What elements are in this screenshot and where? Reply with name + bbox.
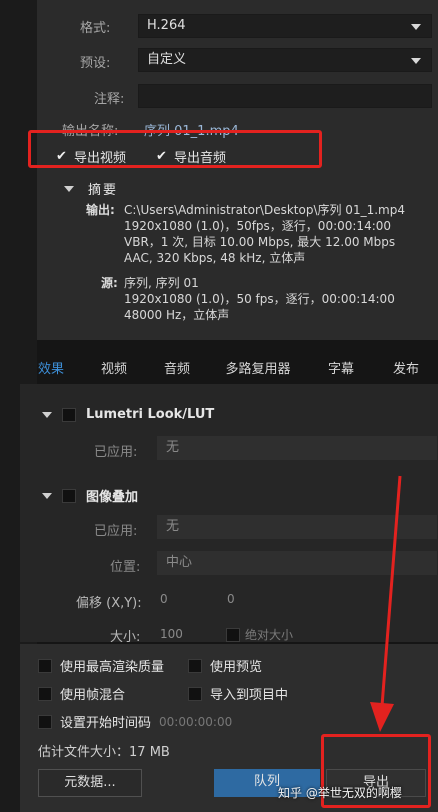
output-line: AAC, 320 Kbps, 48 kHz, 立体声: [124, 251, 306, 265]
format-label: 格式:: [80, 21, 111, 36]
use-previews-label: 使用预览: [210, 660, 263, 675]
summary-title: 摘要: [88, 183, 119, 198]
overlay-applied-label: 已应用:: [94, 524, 138, 539]
lumetri-applied-label: 已应用:: [94, 445, 138, 460]
tab-multiplexer[interactable]: 多路复用器: [208, 356, 308, 384]
comment-label: 注释:: [94, 92, 125, 107]
absolute-size-checkbox[interactable]: [226, 628, 240, 642]
checkbox-box: [188, 658, 202, 673]
image-overlay-title: 图像叠加: [86, 490, 139, 505]
tab-video[interactable]: 视频: [82, 356, 146, 384]
tab-captions[interactable]: 字幕: [308, 356, 374, 384]
size-value[interactable]: 100: [160, 627, 183, 641]
summary-output-details: C:\Users\Administrator\Desktop\序列 01_1.m…: [124, 202, 405, 266]
import-into-project-label: 导入到项目中: [210, 688, 289, 703]
preset-value: 自定义: [147, 52, 187, 67]
absolute-size-label: 绝对大小: [245, 628, 294, 642]
estimated-size-label: 估计文件大小：: [38, 745, 130, 760]
checkbox-box: [38, 686, 52, 701]
comment-input[interactable]: [138, 84, 432, 108]
lumetri-checkbox[interactable]: [62, 407, 76, 422]
image-overlay-checkbox[interactable]: [62, 488, 76, 503]
lumetri-applied-field[interactable]: 无: [157, 436, 437, 460]
format-dropdown[interactable]: H.264: [138, 14, 432, 38]
chevron-down-icon: [411, 24, 421, 30]
frame-blending-checkbox[interactable]: 使用帧混合: [38, 684, 125, 703]
metadata-button[interactable]: 元数据...: [38, 769, 142, 797]
tab-publish[interactable]: 发布: [374, 356, 438, 384]
output-line: VBR，1 次, 目标 10.00 Mbps, 最大 12.00 Mbps: [124, 235, 396, 249]
import-into-project-checkbox[interactable]: 导入到项目中: [188, 684, 288, 703]
summary-header[interactable]: 摘要: [64, 179, 118, 198]
lumetri-applied-value: 无: [166, 440, 180, 455]
offset-x-value[interactable]: 0: [160, 592, 168, 606]
watermark-text: 知乎 @举世无双的啊樱: [278, 786, 402, 800]
tab-audio[interactable]: 音频: [146, 356, 208, 384]
output-line: C:\Users\Administrator\Desktop\序列 01_1.m…: [124, 203, 405, 217]
summary-output-label: 输出:: [86, 203, 115, 217]
output-line: 1920x1080 (1.0)，50fps，逐行，00:00:14:00: [124, 219, 392, 233]
max-render-quality-label: 使用最高渲染质量: [60, 660, 165, 675]
disclosure-triangle-icon: [42, 492, 52, 499]
checkbox-box: [188, 686, 202, 701]
checkbox-box: [38, 714, 52, 729]
checkbox-box: [38, 658, 52, 673]
preset-label: 预设:: [80, 56, 111, 71]
summary-source-label: 源:: [101, 276, 118, 290]
estimated-file-size: 估计文件大小：17 MB: [38, 741, 170, 760]
tab-effects[interactable]: 效果: [20, 356, 82, 384]
lumetri-title: Lumetri Look/LUT: [86, 407, 215, 422]
set-start-timecode-checkbox[interactable]: 设置开始时间码 00:00:00:00: [38, 712, 232, 731]
overlay-applied-value: 无: [166, 519, 180, 534]
set-start-timecode-label: 设置开始时间码: [60, 716, 152, 731]
disclosure-triangle-icon: [42, 411, 52, 418]
position-value: 中心: [166, 555, 193, 570]
disclosure-triangle-icon: [64, 185, 74, 192]
lumetri-header[interactable]: Lumetri Look/LUT: [42, 407, 214, 422]
settings-tabs: 效果 视频 音频 多路复用器 字幕 发布: [20, 356, 438, 384]
size-label: 大小:: [110, 630, 141, 645]
annotation-highlight-export-checkboxes: [28, 130, 322, 168]
source-line: 序列, 序列 01: [124, 276, 199, 290]
start-timecode-value[interactable]: 00:00:00:00: [159, 715, 232, 729]
summary-source-details: 序列, 序列 01 1920x1080 (1.0)，50 fps，逐行，00:0…: [124, 275, 395, 323]
preset-dropdown[interactable]: 自定义: [138, 48, 432, 72]
source-line: 1920x1080 (1.0)，50 fps，逐行，00:00:14:00: [124, 292, 395, 306]
frame-blending-label: 使用帧混合: [60, 688, 126, 703]
annotation-arrow-icon: [370, 475, 402, 732]
image-overlay-header[interactable]: 图像叠加: [42, 486, 138, 505]
position-label: 位置:: [110, 560, 141, 575]
use-previews-checkbox[interactable]: 使用预览: [188, 656, 262, 675]
estimated-size-value: 17 MB: [129, 745, 170, 760]
chevron-down-icon: [411, 58, 421, 64]
max-render-quality-checkbox[interactable]: 使用最高渲染质量: [38, 656, 164, 675]
offset-label: 偏移 (X,Y):: [76, 596, 142, 611]
source-line: 48000 Hz，立体声: [124, 308, 230, 322]
format-value: H.264: [147, 18, 186, 33]
offset-y-value[interactable]: 0: [227, 592, 235, 606]
